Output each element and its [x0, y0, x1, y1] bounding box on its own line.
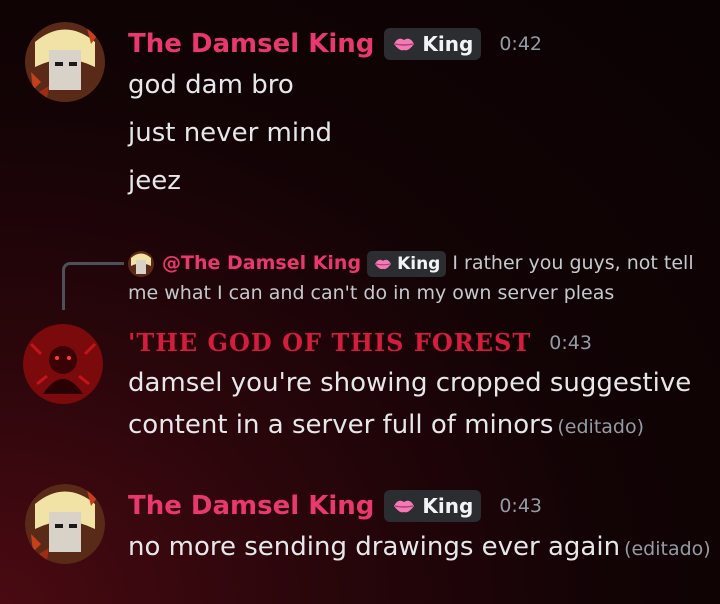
edited-label: (editado): [624, 538, 711, 560]
role-tag[interactable]: King: [384, 490, 482, 522]
role-tag-label: King: [422, 32, 474, 56]
reply-role-tag[interactable]: King: [367, 250, 447, 277]
username[interactable]: 'THE GOD OF THIS FOREST: [128, 328, 531, 357]
reply-preview[interactable]: @The Damsel King King I rather you guys, n…: [128, 248, 708, 308]
reply-spine: [62, 262, 124, 310]
avatar[interactable]: [23, 324, 103, 404]
reply-avatar[interactable]: [128, 250, 154, 277]
role-tag-label: King: [422, 494, 474, 518]
username[interactable]: The Damsel King: [128, 491, 374, 521]
avatar[interactable]: [25, 22, 105, 102]
avatar[interactable]: [25, 484, 105, 564]
edited-label: (editado): [557, 416, 645, 438]
message-line: just never mind: [128, 118, 333, 148]
timestamp[interactable]: 0:43: [499, 495, 542, 517]
timestamp[interactable]: 0:42: [499, 33, 542, 55]
message-line: damsel you're showing cropped suggestive: [128, 368, 692, 398]
message-line: jeez: [128, 166, 181, 196]
message-line: no more sending drawings ever again: [128, 532, 621, 562]
timestamp[interactable]: 0:43: [549, 332, 592, 354]
role-tag[interactable]: King: [384, 28, 482, 60]
message-line-with-edited: content in a server full of minors (edita…: [128, 410, 644, 440]
message-line-with-edited: no more sending drawings ever again (edit…: [128, 532, 711, 562]
message-line: content in a server full of minors: [128, 410, 554, 440]
reply-role-tag-label: King: [397, 253, 441, 274]
username[interactable]: The Damsel King: [128, 29, 374, 59]
reply-mention[interactable]: @The Damsel King: [162, 252, 361, 274]
lips-icon: [375, 259, 392, 269]
message-line: god dam bro: [128, 70, 294, 100]
lips-icon: [394, 38, 415, 51]
lips-icon: [394, 500, 415, 513]
